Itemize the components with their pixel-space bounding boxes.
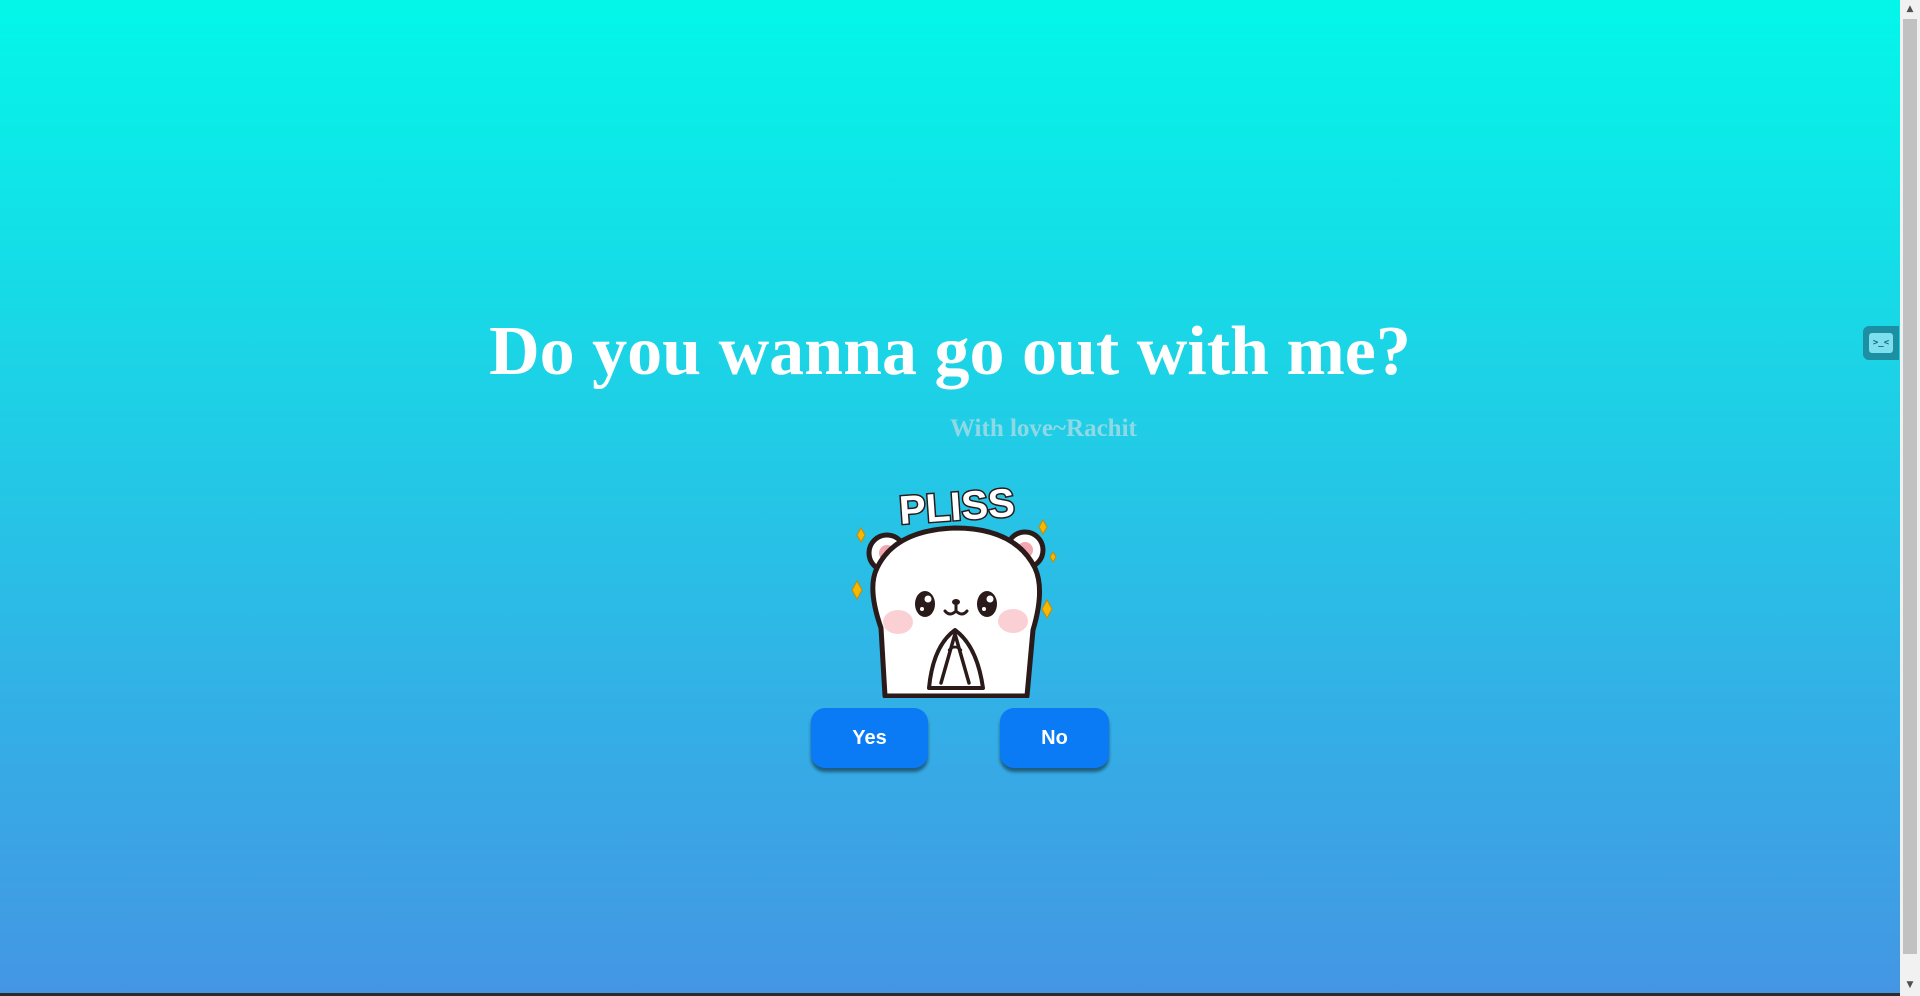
devtools-widget-icon: >_< [1869,333,1893,353]
page-background: Do you wanna go out with me? With love~R… [0,0,1900,993]
yes-button[interactable]: Yes [811,708,928,768]
signature-text: With love~Rachit [950,415,1137,442]
no-button[interactable]: No [1000,708,1109,768]
page-headline: Do you wanna go out with me? [489,313,1411,390]
scrollbar-thumb[interactable] [1903,19,1917,954]
devtools-widget-button[interactable]: >_< [1863,326,1899,360]
sticker-caption: PLISS [898,481,1016,533]
scroll-down-arrow-icon[interactable]: ▼ [1900,976,1920,994]
bear-begging-sticker: PLISS [851,480,1057,698]
vertical-scrollbar[interactable]: ▲ ▼ [1900,0,1920,996]
scroll-up-arrow-icon[interactable]: ▲ [1900,0,1920,18]
